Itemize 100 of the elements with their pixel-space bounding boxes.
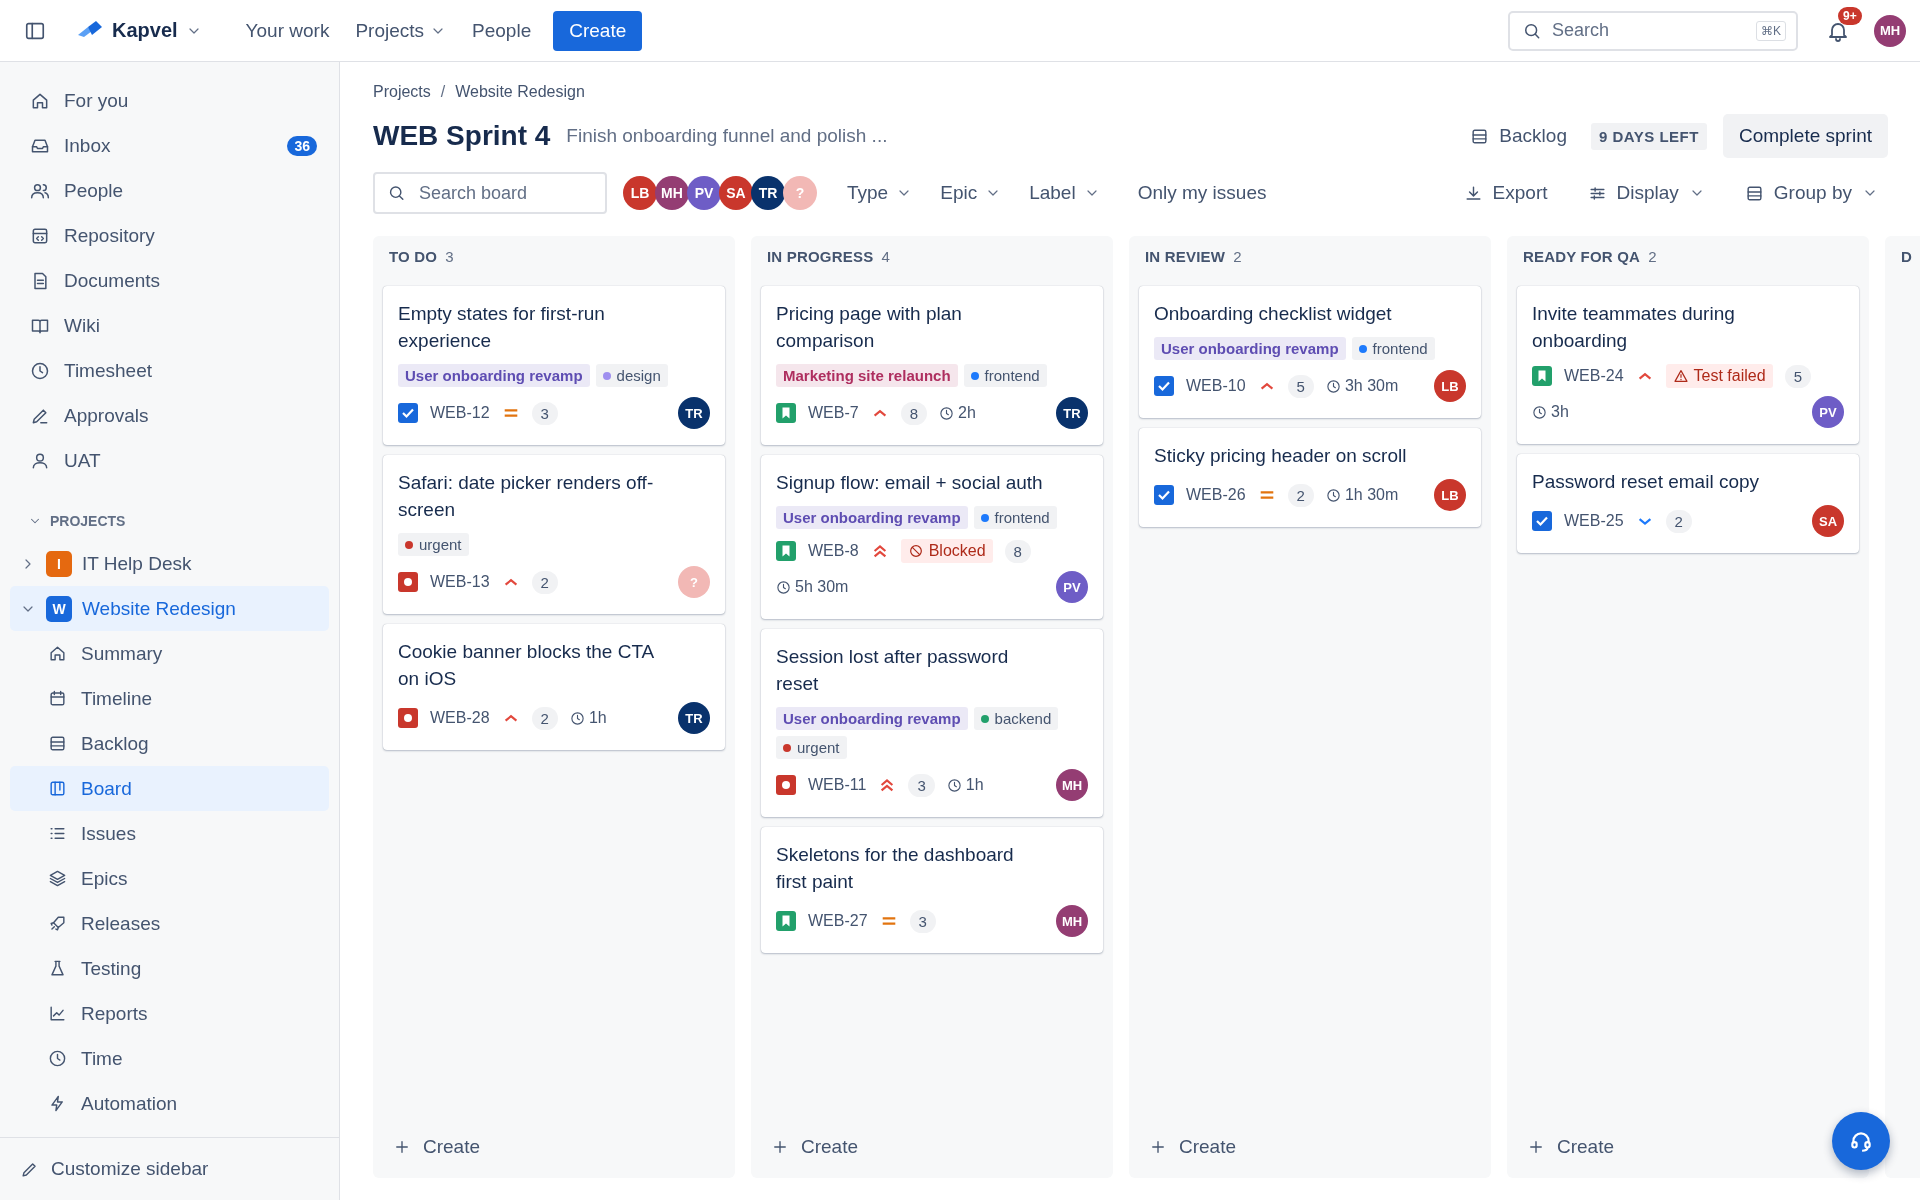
- column-count: 2: [1233, 247, 1242, 265]
- issue-card[interactable]: Invite teammates during onboarding WEB-24 Test failed 5 3h PV: [1517, 286, 1859, 444]
- issue-title: Session lost after password reset: [776, 645, 1010, 696]
- sidebar-item[interactable]: Timesheet: [10, 348, 329, 393]
- create-issue-button[interactable]: Create: [1139, 1124, 1247, 1170]
- label-tag: backend: [973, 707, 1059, 730]
- filter-dropdown[interactable]: Epic: [930, 176, 1012, 210]
- issue-key[interactable]: WEB-25: [1564, 512, 1624, 530]
- customize-sidebar-link[interactable]: Customize sidebar: [0, 1137, 339, 1200]
- issue-key[interactable]: WEB-7: [808, 404, 859, 422]
- breadcrumb-link[interactable]: Projects: [373, 83, 431, 101]
- brand-switcher[interactable]: Kapvel: [76, 18, 202, 43]
- projects-heading[interactable]: PROJECTS: [10, 501, 329, 541]
- project-avatar: I: [46, 550, 72, 577]
- issue-key[interactable]: WEB-10: [1186, 377, 1246, 395]
- assignee-avatar[interactable]: SA: [1812, 505, 1844, 537]
- project-avatar: W: [46, 595, 72, 622]
- sidebar-item[interactable]: Board: [10, 766, 329, 811]
- sidebar-item[interactable]: People: [10, 168, 329, 213]
- issue-card[interactable]: Signup flow: email + social auth User onboarding revamp frontend WEB-8 Blocked 8 5h 30m PV: [761, 455, 1103, 619]
- breadcrumb-link[interactable]: Website Redesign: [455, 83, 585, 101]
- issue-key[interactable]: WEB-12: [430, 404, 490, 422]
- project-item[interactable]: W Website Redesign: [10, 586, 329, 631]
- issue-key[interactable]: WEB-8: [808, 542, 859, 560]
- assignee-avatar[interactable]: TR: [1056, 397, 1088, 429]
- issue-card[interactable]: Onboarding checklist widget User onboarding revamp frontend WEB-10 5 3h 30m LB: [1139, 286, 1481, 418]
- avatar-filter[interactable]: MH: [655, 176, 689, 210]
- complete-sprint-button[interactable]: Complete sprint: [1722, 114, 1888, 158]
- issue-card[interactable]: Session lost after password reset User onboarding revamp backend urgent WEB-11 3 1h MH: [761, 629, 1103, 817]
- sidebar-item[interactable]: Timeline: [10, 676, 329, 721]
- assignee-avatar[interactable]: LB: [1434, 370, 1466, 402]
- toolbar-button[interactable]: Display: [1577, 176, 1715, 210]
- issue-card[interactable]: Skeletons for the dashboard first paint WEB-27 3 MH: [761, 827, 1103, 953]
- avatar-filter[interactable]: LB: [623, 176, 657, 210]
- sidebar-item[interactable]: Backlog: [10, 721, 329, 766]
- sidebar-item[interactable]: Testing: [10, 946, 329, 991]
- avatar-filter[interactable]: SA: [719, 176, 753, 210]
- toolbar-button[interactable]: Export: [1453, 176, 1558, 210]
- assignee-avatar[interactable]: MH: [1056, 769, 1088, 801]
- assignee-avatar[interactable]: MH: [1056, 905, 1088, 937]
- flask-icon: [48, 959, 67, 978]
- create-issue-button[interactable]: Create: [1517, 1124, 1625, 1170]
- issue-title: Invite teammates during onboarding: [1532, 302, 1736, 353]
- issue-key[interactable]: WEB-24: [1564, 367, 1624, 385]
- sidebar-item[interactable]: Reports: [10, 991, 329, 1036]
- project-item[interactable]: I IT Help Desk: [10, 541, 329, 586]
- column-count: 3: [445, 247, 454, 265]
- user-avatar[interactable]: MH: [1874, 14, 1906, 47]
- issue-key[interactable]: WEB-11: [808, 776, 867, 794]
- nav-link[interactable]: Projects: [345, 11, 457, 50]
- create-issue-button[interactable]: Create: [383, 1124, 491, 1170]
- avatar-filter[interactable]: PV: [687, 176, 721, 210]
- list-icon: [1744, 183, 1764, 203]
- issue-key[interactable]: WEB-13: [430, 573, 490, 591]
- nav-link[interactable]: Your work: [235, 11, 340, 50]
- backlog-link[interactable]: Backlog: [1470, 125, 1567, 147]
- issue-key[interactable]: WEB-28: [430, 709, 490, 727]
- issue-title: Sticky pricing header on scroll: [1154, 444, 1408, 468]
- sidebar-item[interactable]: Epics: [10, 856, 329, 901]
- sidebar-item[interactable]: Time: [10, 1036, 329, 1081]
- sidebar-item[interactable]: Summary: [10, 631, 329, 676]
- issue-card[interactable]: Cookie banner blocks the CTA on iOS WEB-28 2 1h TR: [383, 624, 725, 750]
- sidebar-item[interactable]: For you: [10, 78, 329, 123]
- issue-key[interactable]: WEB-26: [1186, 486, 1246, 504]
- column-title: IN REVIEW: [1145, 247, 1226, 265]
- sidebar-item[interactable]: Documents: [10, 258, 329, 303]
- issue-card[interactable]: Sticky pricing header on scroll WEB-26 2 1h 30m LB: [1139, 428, 1481, 527]
- only-my-issues-toggle[interactable]: Only my issues: [1127, 176, 1277, 210]
- sidebar-item[interactable]: UAT: [10, 438, 329, 483]
- time-estimate: 1h: [965, 776, 984, 794]
- issue-card[interactable]: Pricing page with plan comparison Marketing site relaunch frontend WEB-7 8 2h TR: [761, 286, 1103, 445]
- sidebar-item[interactable]: Wiki: [10, 303, 329, 348]
- create-button[interactable]: Create: [553, 10, 643, 51]
- create-issue-button[interactable]: Create: [761, 1124, 869, 1170]
- assignee-avatar[interactable]: PV: [1812, 396, 1844, 428]
- assignee-avatar[interactable]: TR: [678, 397, 710, 429]
- clock-icon: [776, 579, 791, 595]
- assignee-avatar[interactable]: LB: [1434, 479, 1466, 511]
- sidebar-item[interactable]: Repository: [10, 213, 329, 258]
- avatar-filter[interactable]: TR: [751, 176, 785, 210]
- toolbar-button[interactable]: Group by: [1734, 176, 1888, 210]
- clock-icon: [946, 777, 962, 793]
- assignee-avatar[interactable]: PV: [1056, 571, 1088, 603]
- sidebar-item[interactable]: Automation: [10, 1081, 329, 1126]
- sidebar-item[interactable]: Releases: [10, 901, 329, 946]
- assignee-avatar[interactable]: TR: [678, 702, 710, 734]
- issue-card[interactable]: Empty states for first-run experience User onboarding revamp design WEB-12 3 TR: [383, 286, 725, 445]
- issue-card[interactable]: Safari: date picker renders off-screen urgent WEB-13 2 ?: [383, 455, 725, 614]
- filter-dropdown[interactable]: Type: [837, 176, 923, 210]
- sidebar-item[interactable]: Issues: [10, 811, 329, 856]
- filter-dropdown[interactable]: Label: [1019, 176, 1110, 210]
- issue-card[interactable]: Password reset email copy WEB-25 2 SA: [1517, 454, 1859, 553]
- search-board-field[interactable]: Search board: [373, 172, 607, 214]
- sprint-goal: Finish onboarding funnel and polish ...: [566, 125, 888, 147]
- plus-icon: [1527, 1138, 1545, 1156]
- flag-text: Blocked: [928, 542, 986, 560]
- issue-key[interactable]: WEB-27: [808, 912, 868, 930]
- sidebar-item[interactable]: Approvals: [10, 393, 329, 438]
- sidebar-item[interactable]: Inbox 36: [10, 123, 329, 168]
- nav-link[interactable]: People: [462, 11, 542, 50]
